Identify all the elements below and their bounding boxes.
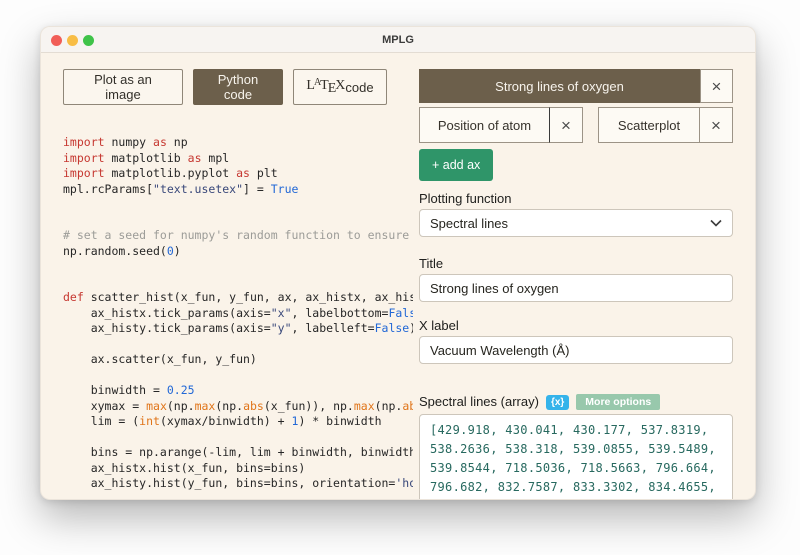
axes-settings-panel: Strong lines of oxygen × Position of ato… <box>419 69 733 499</box>
spectral-lines-array-input[interactable]: [429.918, 430.041, 430.177, 537.8319, 53… <box>419 414 733 499</box>
code-line: ax.scatter(x_fun, y_fun) <box>63 352 257 366</box>
python-code-button[interactable]: Python code <box>193 69 283 105</box>
title-field-label: Title <box>419 256 444 271</box>
minimize-window-button[interactable] <box>67 34 78 46</box>
close-icon: × <box>711 76 722 96</box>
window-titlebar: MPLG <box>41 27 755 53</box>
more-options-badge[interactable]: More options <box>576 394 661 410</box>
close-ax-strong-lines-button[interactable]: × <box>700 69 733 103</box>
ax-tab-strong-lines-of-oxygen[interactable]: Strong lines of oxygen <box>419 69 700 103</box>
code-line: ax_histy.hist(y_fun, bins=bins, orientat… <box>63 476 413 490</box>
code-line: ax_histx.tick_params(axis="x", labelbott… <box>63 305 413 320</box>
code-line: import matplotlib.pyplot as plt <box>63 166 278 180</box>
code-line: bins = np.arange(-lim, lim + binwidth, b… <box>63 445 413 459</box>
plot-as-image-button[interactable]: Plot as an image <box>63 69 183 105</box>
latex-logo: LATEX <box>306 77 346 96</box>
python-code-view[interactable]: import numpy as np import matplotlib as m… <box>63 135 413 495</box>
xlabel-field-label: X label <box>419 318 459 333</box>
ax-tab-group-position-of-atom: Position of atom × <box>419 107 583 143</box>
code-line: ax_histx.hist(x_fun, bins=bins) <box>63 460 306 475</box>
plotting-function-select[interactable]: Spectral lines <box>419 209 733 237</box>
plotting-function-value: Spectral lines <box>430 215 509 231</box>
chevron-down-icon <box>710 219 722 227</box>
code-line: lim = (int(xymax/binwidth) + 1) * binwid… <box>63 414 382 428</box>
close-ax-scatterplot-button[interactable]: × <box>700 107 733 143</box>
close-window-button[interactable] <box>51 34 62 46</box>
desktop-background: MPLG Plot as an image Python code LATEX … <box>0 0 800 555</box>
code-line: ax_histy.tick_params(axis="y", labelleft… <box>63 321 413 335</box>
code-line: # set a seed for numpy's random function… <box>63 228 413 242</box>
window-title: MPLG <box>382 33 414 46</box>
code-line: np.random.seed(0) <box>63 243 181 258</box>
maximize-window-button[interactable] <box>83 34 94 46</box>
code-panel: Plot as an image Python code LATEX code … <box>63 69 413 495</box>
code-line: import numpy as np <box>63 135 188 149</box>
ax-tab-scatterplot[interactable]: Scatterplot <box>598 107 700 143</box>
code-line: import matplotlib as mpl <box>63 150 230 165</box>
plotting-function-label: Plotting function <box>419 191 512 206</box>
latex-button-suffix: code <box>345 79 374 95</box>
app-window: MPLG Plot as an image Python code LATEX … <box>40 26 756 500</box>
title-input[interactable] <box>419 274 733 302</box>
other-ax-tabs-row: Position of atom × Scatterplot × <box>419 107 733 143</box>
spectral-lines-label-row: Spectral lines (array) {x} More options <box>419 394 733 410</box>
ax-tab-group-scatterplot: Scatterplot × <box>598 107 733 143</box>
close-icon: × <box>711 115 721 135</box>
ax-tab-position-of-atom[interactable]: Position of atom <box>419 107 550 143</box>
code-line: binwidth = 0.25 <box>63 383 195 397</box>
spectral-lines-array-label: Spectral lines (array) <box>419 394 539 409</box>
close-ax-position-of-atom-button[interactable]: × <box>550 107 583 143</box>
output-mode-toolbar: Plot as an image Python code LATEX code <box>63 69 413 105</box>
window-content: Plot as an image Python code LATEX code … <box>41 53 755 499</box>
code-line: def scatter_hist(x_fun, y_fun, ax, ax_hi… <box>63 290 413 304</box>
latex-code-button[interactable]: LATEX code <box>293 69 387 105</box>
variable-badge[interactable]: {x} <box>545 394 570 410</box>
close-icon: × <box>561 115 571 135</box>
xlabel-input[interactable] <box>419 336 733 364</box>
add-ax-button[interactable]: + add ax <box>419 149 494 181</box>
traffic-lights <box>51 27 94 53</box>
active-ax-tab-row: Strong lines of oxygen × <box>419 69 733 103</box>
code-line: xymax = max(np.max(np.abs(x_fun)), np.ma… <box>63 398 413 413</box>
code-line: mpl.rcParams["text.usetex"] = True <box>63 181 299 196</box>
